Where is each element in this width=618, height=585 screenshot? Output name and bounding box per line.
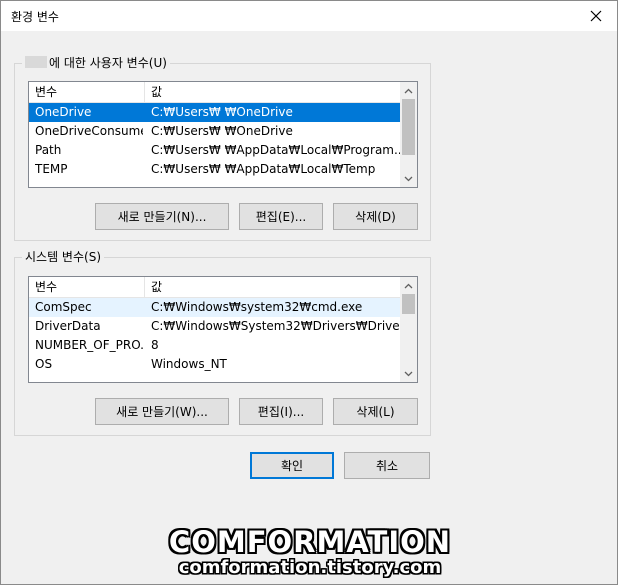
column-header-value[interactable]: 값 [145, 82, 400, 103]
variable-name-cell: Path [35, 143, 62, 157]
environment-variables-dialog: 환경 변수 에 대한 사용자 변수(U) 변수 값 OneDrive C:₩Use… [0, 0, 618, 585]
new-system-variable-button[interactable]: 새로 만들기(W)... [95, 398, 229, 425]
scroll-up-button[interactable] [400, 82, 417, 99]
variable-value-cell: C:₩Windows₩system32₩cmd.exe [151, 300, 363, 314]
table-row[interactable]: OneDrive C:₩Users₩ ₩OneDrive [29, 103, 400, 122]
scroll-thumb[interactable] [402, 294, 415, 314]
vertical-scrollbar[interactable] [400, 277, 417, 382]
vertical-scrollbar[interactable] [400, 82, 417, 187]
variable-name-cell: ComSpec [35, 300, 92, 314]
new-user-variable-button[interactable]: 새로 만들기(N)... [95, 203, 229, 230]
close-icon [590, 10, 602, 22]
close-button[interactable] [583, 5, 609, 27]
variable-value-cell: C:₩Users₩ ₩AppData₩Local₩Program... [151, 143, 400, 157]
system-variables-list[interactable]: 변수 값 ComSpec C:₩Windows₩system32₩cmd.exe D… [28, 276, 418, 383]
system-variables-label: 시스템 변수(S) [22, 249, 104, 265]
table-row[interactable]: DriverData C:₩Windows₩System32₩Drivers₩Dr… [29, 317, 400, 336]
chevron-up-icon [404, 283, 413, 288]
variable-name-cell: OneDriveConsumer [35, 124, 143, 138]
table-row[interactable]: TEMP C:₩Users₩ ₩AppData₩Local₩Temp [29, 160, 400, 179]
user-variables-label: 에 대한 사용자 변수(U) [22, 55, 170, 71]
delete-system-variable-button[interactable]: 삭제(L) [333, 398, 418, 425]
chevron-up-icon [404, 88, 413, 93]
ok-button[interactable]: 확인 [250, 452, 334, 479]
table-row[interactable]: Path C:₩Users₩ ₩AppData₩Local₩Program... [29, 141, 400, 160]
column-header-value[interactable]: 값 [145, 277, 400, 298]
table-row[interactable]: NUMBER_OF_PRO... 8 [29, 336, 400, 355]
system-variables-group: 시스템 변수(S) 변수 값 ComSpec C:₩Windows₩system3… [14, 249, 431, 436]
column-header-variable[interactable]: 변수 [29, 82, 145, 103]
user-variables-rows: OneDrive C:₩Users₩ ₩OneDrive OneDriveConsu… [29, 103, 400, 187]
user-variables-list[interactable]: 변수 값 OneDrive C:₩Users₩ ₩OneDrive OneDrive… [28, 81, 418, 188]
scroll-thumb[interactable] [402, 99, 415, 155]
redacted-username [25, 56, 47, 68]
variable-value-cell: C:₩Users₩ ₩AppData₩Local₩Temp [151, 162, 376, 176]
scroll-down-button[interactable] [400, 365, 417, 382]
variable-value-cell: C:₩Users₩ ₩OneDrive [151, 124, 293, 138]
variable-name-cell: OS [35, 357, 53, 371]
scroll-down-button[interactable] [400, 170, 417, 187]
watermark-title: COMFORMATION [168, 525, 452, 559]
watermark-url: comformation.tistory.com [178, 557, 442, 578]
list-header: 변수 값 [29, 277, 400, 298]
system-variables-rows: ComSpec C:₩Windows₩system32₩cmd.exe Driver… [29, 298, 400, 382]
variable-name-cell: OneDrive [35, 105, 92, 119]
chevron-down-icon [404, 176, 413, 181]
table-row[interactable]: OS Windows_NT [29, 355, 400, 374]
cancel-button[interactable]: 취소 [344, 452, 430, 479]
variable-value-cell: C:₩Windows₩System32₩Drivers₩DriverData [151, 319, 400, 333]
variable-value-cell: 8 [151, 338, 159, 352]
edit-system-variable-button[interactable]: 편집(I)... [239, 398, 323, 425]
column-header-variable[interactable]: 변수 [29, 277, 145, 298]
title-bar: 환경 변수 [1, 1, 617, 31]
variable-name-cell: TEMP [35, 162, 68, 176]
user-variables-group: 에 대한 사용자 변수(U) 변수 값 OneDrive C:₩Users₩ ₩O… [14, 55, 431, 241]
variable-value-cell: C:₩Users₩ ₩OneDrive [151, 105, 293, 119]
table-row[interactable]: ComSpec C:₩Windows₩system32₩cmd.exe [29, 298, 400, 317]
edit-user-variable-button[interactable]: 편집(E)... [239, 203, 323, 230]
delete-user-variable-button[interactable]: 삭제(D) [333, 203, 418, 230]
variable-name-cell: NUMBER_OF_PRO... [35, 338, 143, 352]
variable-name-cell: DriverData [35, 319, 101, 333]
chevron-down-icon [404, 371, 413, 376]
table-row[interactable]: OneDriveConsumer C:₩Users₩ ₩OneDrive [29, 122, 400, 141]
scroll-up-button[interactable] [400, 277, 417, 294]
window-title: 환경 변수 [11, 10, 59, 24]
variable-value-cell: Windows_NT [151, 357, 227, 371]
list-header: 변수 값 [29, 82, 400, 103]
